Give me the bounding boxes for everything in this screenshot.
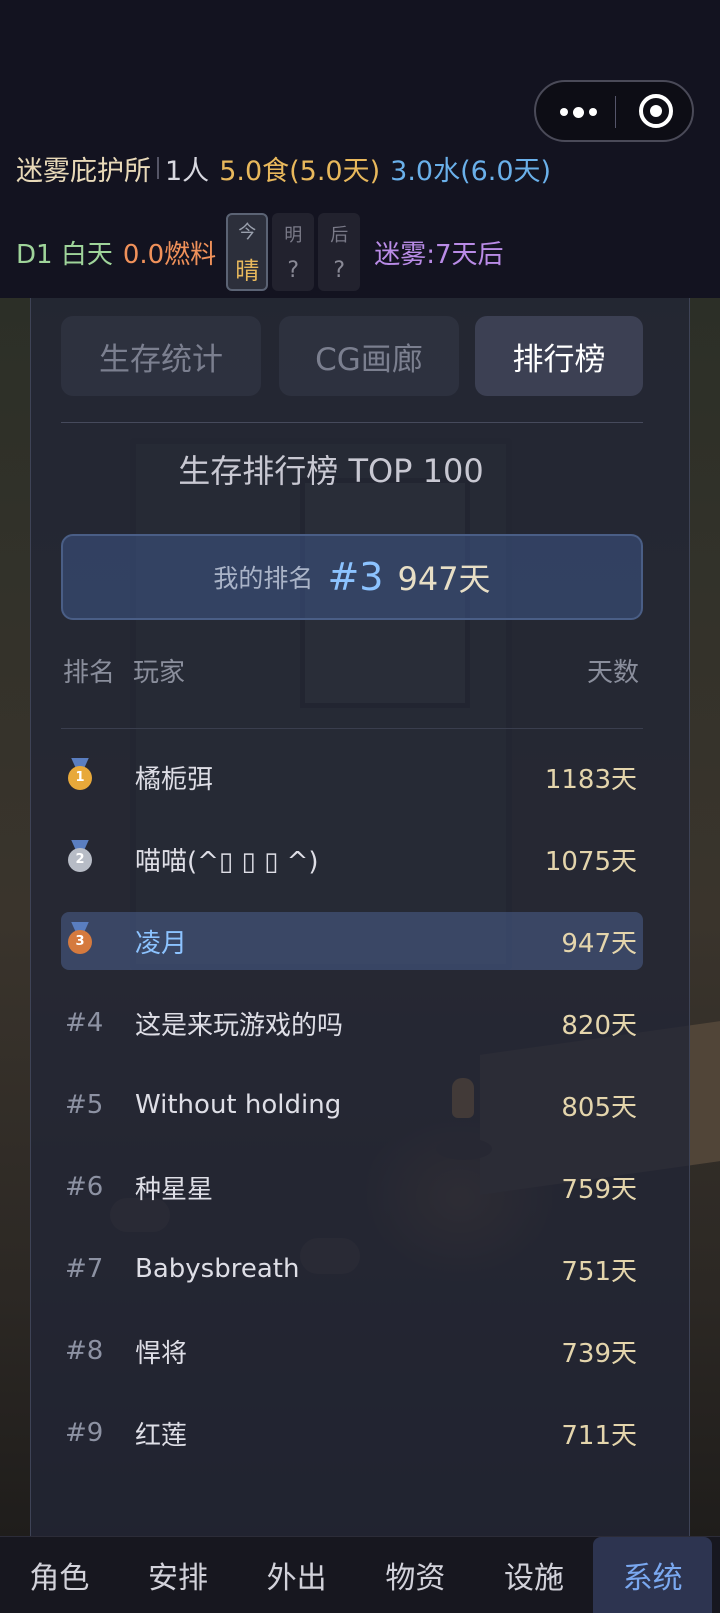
rank-cell: 2 — [61, 839, 135, 879]
leaderboard-row-self: 3 凌月 947天 — [61, 912, 643, 970]
resource-row: 迷雾庇护所 1人 5.0食(5.0天) 3.0水(6.0天) — [16, 148, 551, 188]
rank-cell: #4 — [65, 1008, 104, 1038]
fog-countdown: 迷雾:7天后 — [374, 239, 504, 270]
tab-leaderboard[interactable]: 排行榜 — [475, 316, 643, 396]
gold-medal-icon: 1 — [67, 757, 93, 790]
fuel-stock: 0.0燃料 — [122, 239, 217, 270]
weather-value: 晴 — [235, 256, 260, 285]
player-name: 喵喵(^▯ ▯ ▯ ^) — [135, 846, 319, 877]
leaderboard-row: #6 种星星 759天 — [61, 1158, 643, 1216]
weather-value: ? — [287, 258, 300, 284]
bronze-medal-icon: 3 — [67, 921, 93, 954]
rank-cell: 1 — [61, 757, 135, 797]
more-icon[interactable] — [556, 100, 600, 124]
nav-outing[interactable]: 外出 — [237, 1537, 356, 1613]
weather-value: ? — [333, 258, 346, 284]
nav-arrange[interactable]: 安排 — [119, 1537, 238, 1613]
player-name: 种星星 — [135, 1174, 214, 1205]
survival-days: 711天 — [561, 1420, 637, 1451]
silver-medal-icon: 2 — [67, 839, 93, 872]
rank-cell: #7 — [65, 1254, 104, 1284]
nav-system[interactable]: 系统 — [593, 1537, 713, 1613]
player-name: Without holding — [135, 1090, 342, 1120]
rank-cell: #5 — [65, 1090, 104, 1120]
divider — [157, 157, 159, 179]
rank-cell: 3 — [61, 921, 135, 961]
leaderboard-row: #7 Babysbreath 751天 — [61, 1240, 643, 1298]
shelter-name: 迷雾庇护所 — [16, 155, 151, 187]
my-rank-label: 我的排名 — [213, 564, 314, 593]
bottom-nav: 角色 安排 外出 物资 设施 系统 — [0, 1536, 720, 1613]
leaderboard-title: 生存排行榜 TOP 100 — [178, 452, 484, 490]
column-header-days: 天数 — [586, 658, 639, 688]
weather-after-tomorrow: 后 ? — [318, 213, 361, 291]
leaderboard-row: #8 悍将 739天 — [61, 1322, 643, 1380]
system-panel: 生存统计 CG画廊 排行榜 生存排行榜 TOP 100 我的排名 #3 947天… — [30, 298, 690, 1536]
weather-tomorrow: 明 ? — [272, 213, 315, 291]
column-header-rank: 排名 — [63, 658, 116, 688]
rank-cell: #9 — [65, 1418, 104, 1448]
capsule-divider — [615, 96, 616, 128]
close-target-icon[interactable] — [639, 94, 673, 128]
rank-cell: #8 — [65, 1336, 104, 1366]
weather-day-label: 今 — [238, 222, 257, 244]
survival-days: 805天 — [561, 1092, 637, 1123]
survival-days: 1183天 — [544, 764, 637, 795]
my-rank-number: #3 — [327, 555, 384, 599]
tab-survival-stats[interactable]: 生存统计 — [61, 316, 261, 396]
nav-supplies[interactable]: 物资 — [356, 1537, 475, 1613]
day-phase: D1 白天 — [16, 239, 113, 270]
leaderboard-row: 1 橘栀弭 1183天 — [61, 748, 643, 806]
day-weather-row: D1 白天 0.0燃料 今 晴 明 ? 后 ? 迷雾:7天后 — [16, 212, 504, 292]
leaderboard-list: 1 橘栀弭 1183天 2 喵喵(^▯ ▯ ▯ ^) 1075天 3 凌月 94… — [61, 748, 643, 1486]
people-count: 1人 — [165, 155, 210, 187]
rank-cell: #6 — [65, 1172, 104, 1202]
player-name: 红莲 — [135, 1420, 188, 1451]
player-name: 橘栀弭 — [135, 764, 214, 795]
column-header-player: 玩家 — [133, 658, 186, 688]
my-rank-card: 我的排名 #3 947天 — [61, 534, 643, 620]
nav-facilities[interactable]: 设施 — [475, 1537, 594, 1613]
tab-cg-gallery[interactable]: CG画廊 — [279, 316, 459, 396]
survival-days: 751天 — [561, 1256, 637, 1287]
survival-days: 739天 — [561, 1338, 637, 1369]
survival-days: 759天 — [561, 1174, 637, 1205]
survival-days: 1075天 — [544, 846, 637, 877]
mini-program-capsule — [534, 80, 694, 142]
survival-days: 947天 — [561, 928, 637, 959]
player-name: Babysbreath — [135, 1254, 300, 1284]
weather-today: 今 晴 — [226, 213, 269, 291]
survival-days: 820天 — [561, 1010, 637, 1041]
water-stock: 3.0水(6.0天) — [390, 155, 552, 187]
leaderboard-row: 2 喵喵(^▯ ▯ ▯ ^) 1075天 — [61, 830, 643, 888]
player-name: 这是来玩游戏的吗 — [135, 1010, 344, 1041]
divider — [61, 728, 643, 729]
leaderboard-row: #4 这是来玩游戏的吗 820天 — [61, 994, 643, 1052]
food-stock: 5.0食(5.0天) — [219, 155, 381, 187]
weather-day-label: 后 — [330, 224, 349, 246]
player-name: 凌月 — [135, 928, 188, 959]
weather-day-label: 明 — [284, 224, 303, 246]
player-name: 悍将 — [135, 1338, 188, 1369]
divider — [61, 422, 643, 423]
leaderboard-row: #5 Without holding 805天 — [61, 1076, 643, 1134]
nav-character[interactable]: 角色 — [0, 1537, 119, 1613]
my-rank-days: 947天 — [397, 560, 491, 598]
status-bar: 迷雾庇护所 1人 5.0食(5.0天) 3.0水(6.0天) D1 白天 0.0… — [0, 0, 720, 298]
leaderboard-row: #9 红莲 711天 — [61, 1404, 643, 1462]
